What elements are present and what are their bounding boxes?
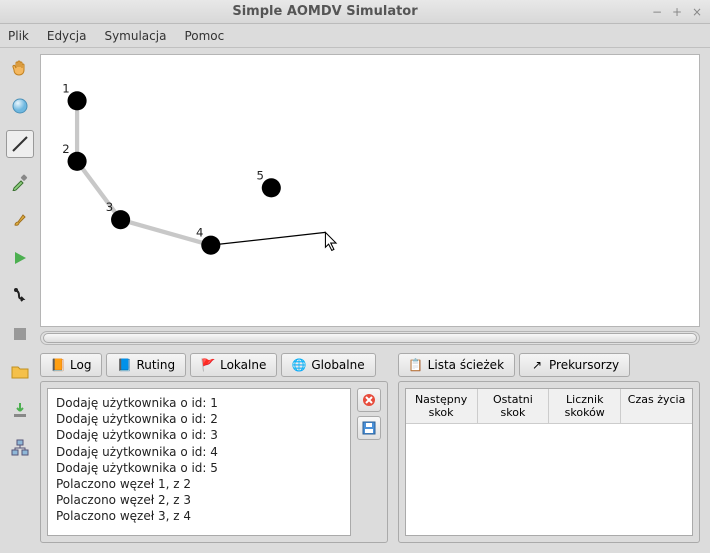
menubar: Plik Edycja Symulacja Pomoc [0,24,710,48]
tab-label: Ruting [136,358,175,372]
graph-node[interactable]: 3 [106,200,130,229]
right-panel: 📋 Lista ścieżek ↗ Prekursorzy Następny sko… [398,353,700,543]
drawing-line [211,232,326,245]
table-header: Następny skok Ostatni skok Licznik skokó… [406,389,692,424]
tab-label: Lista ścieżek [428,358,504,372]
edge[interactable] [77,161,121,219]
log-line: Polaczono węzeł 1, z 2 [56,476,342,492]
main-area: 1 2 3 4 5 📙 Log 📘 Ruting 🚩 Lokalne 🌐 Globalne Do… [40,48,710,553]
tab-prekursorzy[interactable]: ↗ Prekursorzy [519,353,630,377]
log-line: Dodaję użytkownika o id: 1 [56,395,342,411]
titlebar: Simple AOMDV Simulator − + × [0,0,710,24]
tab-log[interactable]: 📙 Log [40,353,102,377]
log-line: Polaczono węzeł 2, z 3 [56,492,342,508]
stop-button[interactable] [6,320,34,348]
download-button[interactable] [6,396,34,424]
close-button[interactable]: × [690,5,704,19]
log-panel-body: Dodaję użytkownika o id: 1Dodaję użytkow… [40,381,388,543]
tab-label: Prekursorzy [549,358,619,372]
menu-edit[interactable]: Edycja [47,29,87,43]
toolbar [0,48,40,553]
col-licznik-skokow[interactable]: Licznik skoków [549,389,621,424]
hand-tool[interactable] [6,54,34,82]
network-button[interactable] [6,434,34,462]
log-line: Polaczono węzeł 3, z 4 [56,508,342,524]
node-label: 2 [62,142,69,156]
tab-label: Lokalne [220,358,266,372]
maximize-button[interactable]: + [670,5,684,19]
eyedropper-tool[interactable] [6,168,34,196]
log-icon: 📙 [51,358,65,372]
step-button[interactable] [6,282,34,310]
ruting-icon: 📘 [117,358,131,372]
col-ostatni-skok[interactable]: Ostatni skok [478,389,550,424]
app-window: Simple AOMDV Simulator − + × Plik Edycja… [0,0,710,553]
log-line: Dodaję użytkownika o id: 5 [56,460,342,476]
left-tabs: 📙 Log 📘 Ruting 🚩 Lokalne 🌐 Globalne [40,353,388,377]
menu-simulation[interactable]: Symulacja [104,29,166,43]
menu-help[interactable]: Pomoc [184,29,224,43]
window-title: Simple AOMDV Simulator [6,4,644,19]
open-button[interactable] [6,358,34,386]
log-line: Dodaję użytkownika o id: 4 [56,444,342,460]
globe-icon: 🌐 [292,358,306,372]
minimize-button[interactable]: − [650,5,664,19]
horizontal-scrollbar[interactable] [40,331,700,345]
left-panel: 📙 Log 📘 Ruting 🚩 Lokalne 🌐 Globalne Dodaję u… [40,353,388,543]
share-icon: ↗ [530,358,544,372]
tab-lista-sciezek[interactable]: 📋 Lista ścieżek [398,353,515,377]
log-line: Dodaję użytkownika o id: 2 [56,411,342,427]
graph-node[interactable]: 5 [256,168,280,197]
col-czas-zycia[interactable]: Czas życia [621,389,692,424]
line-tool[interactable] [6,130,34,158]
content-area: 1 2 3 4 5 📙 Log 📘 Ruting 🚩 Lokalne 🌐 Globalne Do… [0,48,710,553]
list-icon: 📋 [409,358,423,372]
save-log-button[interactable] [357,416,381,440]
right-tabs: 📋 Lista ścieżek ↗ Prekursorzy [398,353,700,377]
paths-table[interactable]: Następny skok Ostatni skok Licznik skokó… [405,388,693,536]
node-label: 3 [106,200,113,214]
log-line: Dodaję użytkownika o id: 3 [56,427,342,443]
bottom-panels: 📙 Log 📘 Ruting 🚩 Lokalne 🌐 Globalne Dodaję u… [40,353,700,543]
tab-lokalne[interactable]: 🚩 Lokalne [190,353,277,377]
tab-ruting[interactable]: 📘 Ruting [106,353,186,377]
tab-label: Log [70,358,91,372]
log-output: Dodaję użytkownika o id: 1Dodaję użytkow… [47,388,351,536]
cursor-icon [325,232,336,250]
log-buttons [357,388,381,536]
node-label: 1 [62,81,69,95]
scrollbar-thumb[interactable] [43,333,697,343]
col-nastepny-skok[interactable]: Następny skok [406,389,478,424]
node-label: 4 [196,226,203,240]
menu-file[interactable]: Plik [8,29,29,43]
node-label: 5 [256,168,263,182]
tab-globalne[interactable]: 🌐 Globalne [281,353,375,377]
canvas[interactable]: 1 2 3 4 5 [40,54,700,327]
canvas-svg[interactable]: 1 2 3 4 5 [41,55,699,326]
play-button[interactable] [6,244,34,272]
graph-node[interactable]: 1 [62,81,86,110]
clear-log-button[interactable] [357,388,381,412]
paths-panel-body: Następny skok Ostatni skok Licznik skokó… [398,381,700,543]
tab-label: Globalne [311,358,364,372]
graph-node[interactable]: 2 [62,142,86,171]
node-tool[interactable] [6,92,34,120]
flag-icon: 🚩 [201,358,215,372]
brush-tool[interactable] [6,206,34,234]
